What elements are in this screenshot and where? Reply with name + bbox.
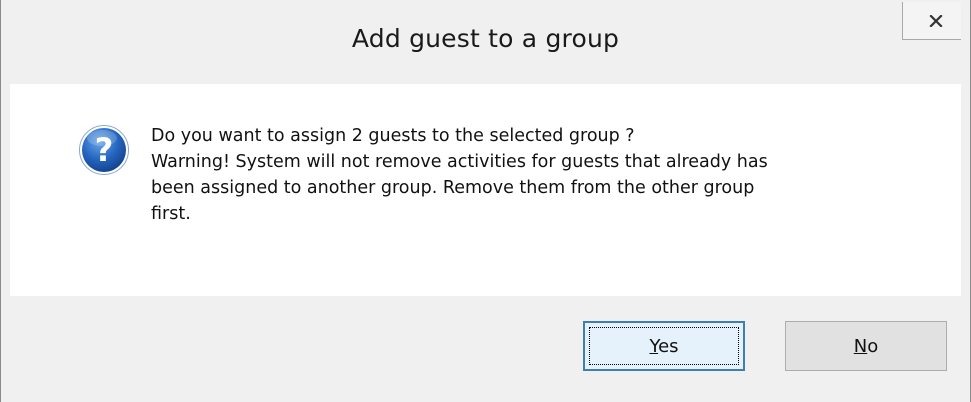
no-button-label: No — [853, 335, 879, 357]
no-button[interactable]: No — [785, 321, 947, 371]
question-icon: ? — [79, 125, 129, 175]
title-bar[interactable]: Add guest to a group — [0, 0, 971, 84]
dialog-title: Add guest to a group — [351, 24, 620, 53]
message-line: been assigned to another group. Remove t… — [151, 178, 755, 198]
message-line: first. — [151, 204, 191, 224]
close-button[interactable] — [902, 2, 970, 40]
window-frame-right — [961, 0, 971, 402]
svg-text:?: ? — [95, 131, 114, 169]
message-area: ? Do you want to assign 2 guests to the … — [10, 84, 961, 296]
yes-button[interactable]: Yes — [583, 321, 745, 371]
message-text: Do you want to assign 2 guests to the se… — [151, 123, 941, 227]
focus-ring — [589, 327, 739, 365]
message-line: Do you want to assign 2 guests to the se… — [151, 126, 635, 146]
close-icon — [929, 14, 943, 27]
message-line: Warning! System will not remove activiti… — [151, 152, 768, 172]
window-frame-left — [0, 0, 10, 402]
dialog-window: Add guest to a group ? Do you want to as… — [0, 0, 971, 402]
